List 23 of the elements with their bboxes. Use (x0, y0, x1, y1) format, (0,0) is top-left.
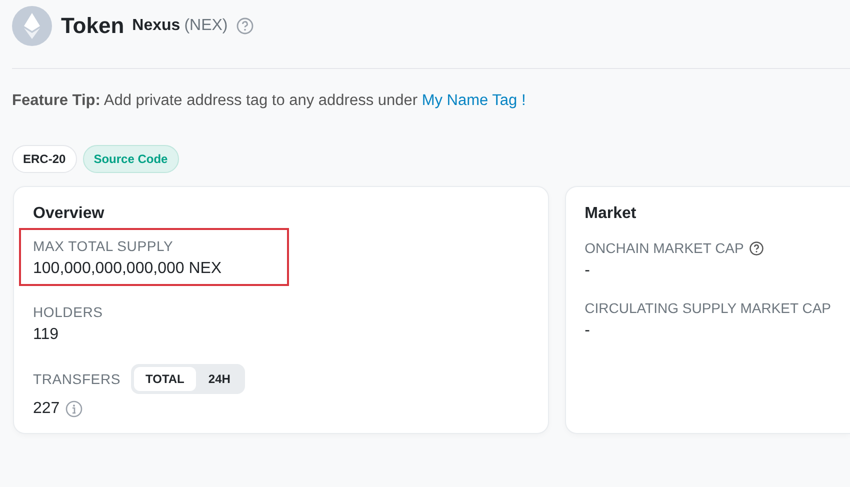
info-icon[interactable] (64, 400, 83, 418)
token-tag[interactable]: ERC-20 (12, 145, 77, 173)
field-value: 227 (33, 400, 60, 418)
field-label: HOLDERS (33, 304, 104, 320)
field-value: 100,000,000,000,000 NEX (33, 260, 223, 278)
card-title: Overview (33, 205, 106, 223)
page-title: Token (61, 13, 124, 39)
token-symbol: (NEX) (184, 17, 228, 35)
card-title: Market (584, 205, 638, 223)
field-label: TRANSFERS (33, 371, 120, 387)
name-tag-link[interactable]: My Name Tag ! (422, 92, 526, 109)
period-tab[interactable]: TOTAL (134, 367, 196, 391)
field-value: 119 (33, 326, 60, 344)
field-label: CIRCULATING SUPPLY MARKET CAP (584, 300, 831, 316)
field-label: ONCHAIN MARKET CAP (584, 240, 744, 256)
feature-tip: Feature Tip: Add private address tag to any address under My Name Tag ! (12, 92, 526, 109)
period-tab[interactable]: 24H (196, 367, 242, 391)
field-label: MAX TOTAL SUPPLY (33, 238, 174, 254)
field-value: - (584, 322, 591, 340)
token-logo-icon (12, 6, 52, 46)
field-value: - (584, 262, 591, 280)
help-icon[interactable] (748, 240, 764, 256)
token-name: Nexus (132, 17, 180, 35)
